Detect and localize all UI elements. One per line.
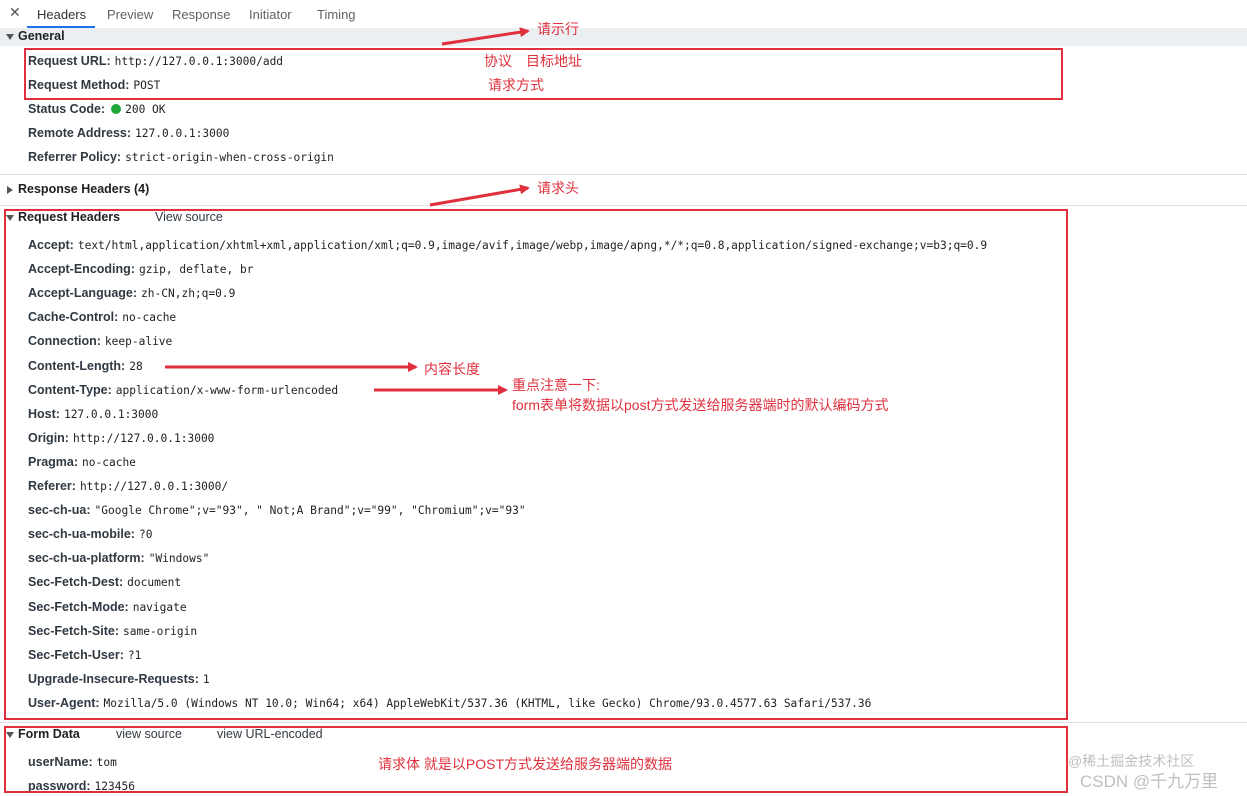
arrow-request-header: [429, 184, 530, 207]
annotation-content-type-note-2: form表单将数据以post方式发送给服务器端时的默认编码方式: [512, 397, 889, 413]
watermark-csdn: CSDN @千九万里: [1080, 772, 1219, 791]
arrow-request-line: [441, 27, 530, 46]
annotation-request-line: 请示行: [537, 21, 579, 37]
annotation-content-length: 内容长度: [424, 361, 480, 377]
annotation-request-header: 请求头: [537, 180, 579, 196]
annotation-method: 请求方式: [488, 77, 544, 93]
annotation-content-type-note-1: 重点注意一下:: [512, 377, 600, 393]
annotation-protocol-target: 协议 目标地址: [484, 53, 582, 69]
annotation-request-body: 请求体 就是以POST方式发送给服务器端的数据: [378, 756, 673, 772]
